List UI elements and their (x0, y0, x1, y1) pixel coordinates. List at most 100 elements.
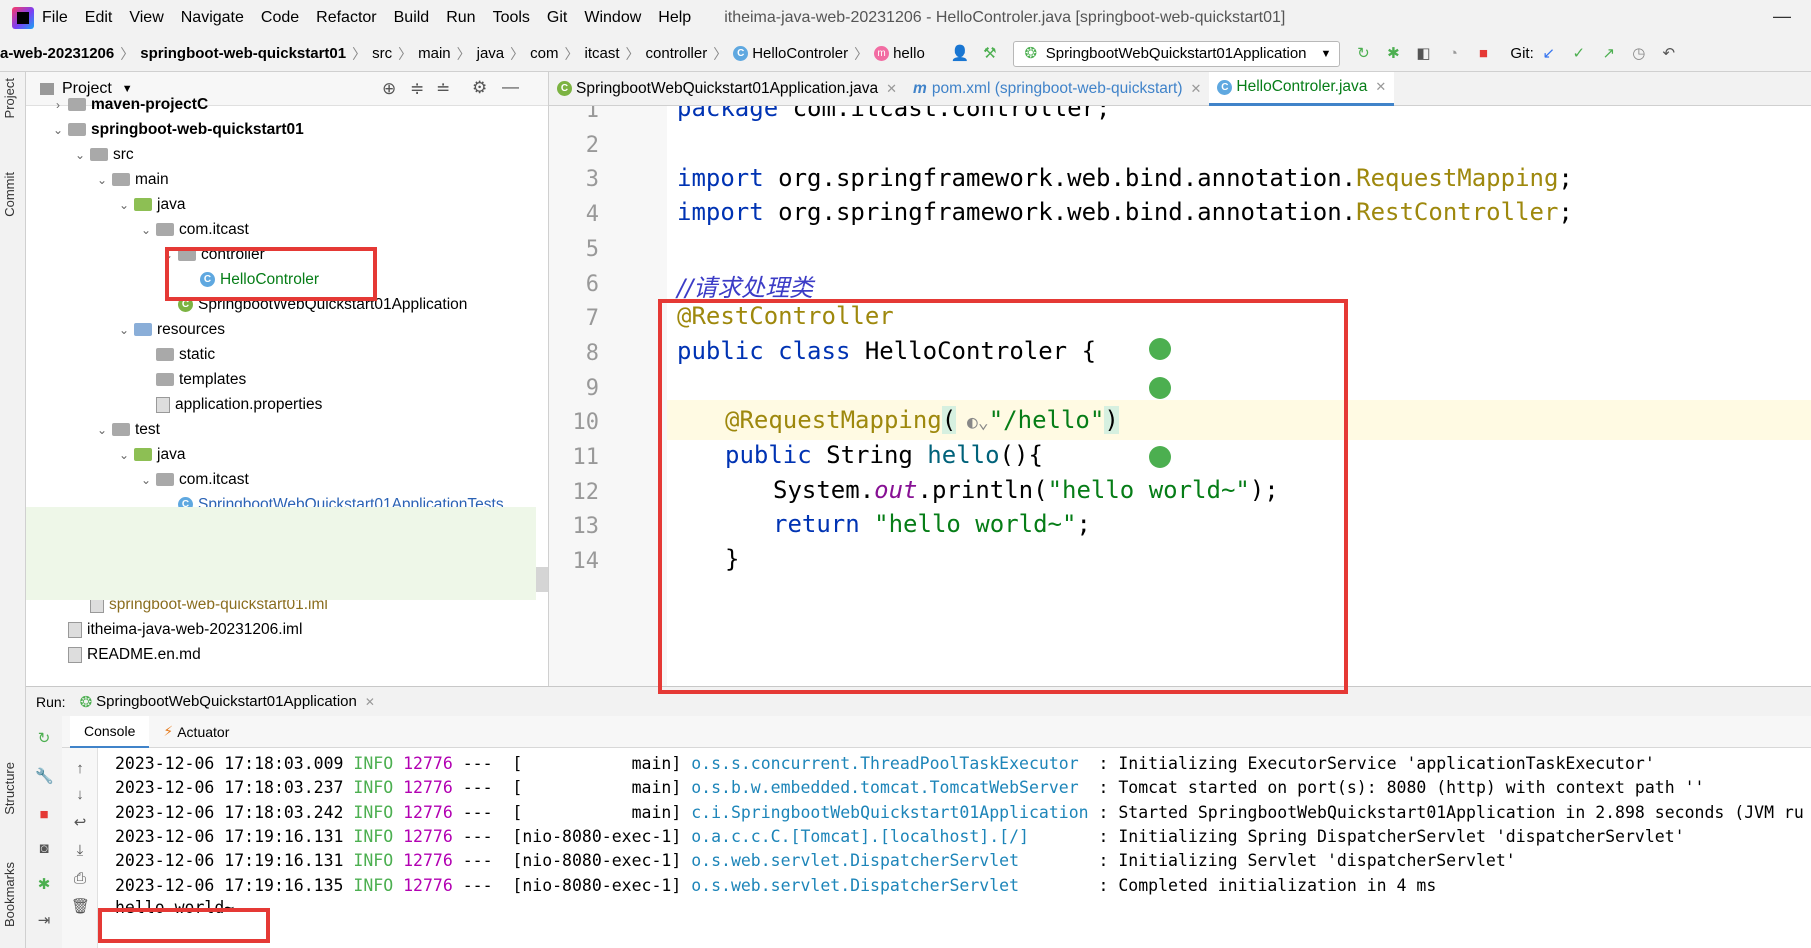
tree-item[interactable]: ⌄ springboot-web-quickstart01 (26, 117, 548, 142)
structure-tool-tab[interactable]: Structure (2, 762, 17, 815)
crumb-itcast[interactable]: itcast (585, 45, 620, 62)
crumb-method[interactable]: hello (893, 45, 925, 62)
menu-window[interactable]: Window (584, 9, 641, 27)
tree-item[interactable]: ⌄ main (26, 167, 548, 192)
tree-item[interactable]: ⌄ com.itcast (26, 467, 548, 492)
crumb-src[interactable]: src (372, 45, 392, 62)
chevron-down-icon[interactable]: ⌄ (140, 223, 152, 237)
tree-item[interactable]: templates (26, 367, 548, 392)
scroll-to-end-icon[interactable]: ⤓ (71, 842, 89, 860)
soft-wrap-icon[interactable]: ↩ (71, 814, 89, 832)
tree-item[interactable]: static (26, 342, 548, 367)
tree-item[interactable]: ⌄ resources (26, 317, 548, 342)
code-line-3: import org.springframework.web.bind.anno… (677, 164, 1573, 192)
chevron-down-icon[interactable]: ⌄ (118, 323, 130, 337)
menu-file[interactable]: File (42, 9, 68, 27)
code-editor[interactable]: 1 2 3 4 5 6 7 8 9 10 11 12 13 14 package com.itcast.c… (549, 106, 1811, 686)
trash-icon[interactable]: 🗑 (71, 898, 90, 916)
crumb-class[interactable]: HelloControler (752, 45, 848, 62)
menu-tools[interactable]: Tools (493, 9, 530, 27)
tab-console[interactable]: Console (70, 715, 150, 748)
tree-item[interactable]: C SpringbootWebQuickstart01Application (26, 292, 548, 317)
chevron-down-icon[interactable]: ⌄ (162, 248, 174, 262)
crumb-project[interactable]: a-web-20231206 (0, 45, 114, 62)
tree-item[interactable]: ⌄ controller (26, 242, 548, 267)
coverage-icon[interactable]: ◧ (1414, 45, 1432, 63)
spring-bean-gutter-icon[interactable] (1149, 338, 1171, 360)
bookmarks-tool-tab[interactable]: Bookmarks (2, 862, 17, 927)
run-configuration-select[interactable]: ❂ SpringbootWebQuickstart01Application ▼ (1012, 40, 1341, 67)
tab-hellocontroler[interactable]: C HelloControler.java ✕ (1209, 71, 1395, 106)
menu-run[interactable]: Run (446, 9, 475, 27)
rerun-icon[interactable]: ↻ (35, 730, 53, 748)
tree-item[interactable]: ⌄ src (26, 142, 548, 167)
profile-icon[interactable]: ◔ (1444, 45, 1462, 63)
close-icon[interactable]: ✕ (365, 695, 375, 709)
camera-icon[interactable]: ◙ (35, 840, 53, 858)
chevron-down-icon[interactable]: ⌄ (140, 473, 152, 487)
tree-item[interactable]: ⌄ test (26, 417, 548, 442)
close-icon[interactable]: ✕ (1375, 79, 1386, 95)
chevron-right-icon[interactable]: › (52, 98, 64, 112)
down-arrow-icon[interactable]: ↓ (71, 786, 89, 804)
wrench-icon[interactable]: 🔧 (35, 768, 54, 786)
menu-edit[interactable]: Edit (85, 9, 113, 27)
tree-item[interactable]: ⌄ java (26, 192, 548, 217)
up-arrow-icon[interactable]: ↑ (71, 760, 89, 778)
tree-item[interactable]: README.en.md (26, 642, 548, 667)
spring-bean-gutter-icon[interactable] (1149, 377, 1171, 399)
chevron-down-icon[interactable]: ⌄ (96, 173, 108, 187)
tree-item[interactable]: C HelloControler (26, 267, 548, 292)
chevron-down-icon[interactable]: ⌄ (118, 448, 130, 462)
console-output[interactable]: 2023-12-06 17:18:03.009 INFO 12776 --- [… (98, 748, 1811, 948)
request-mapping-gutter-icon[interactable] (1149, 446, 1171, 468)
git-rollback-icon[interactable]: ↶ (1660, 45, 1678, 63)
crumb-com[interactable]: com (530, 45, 558, 62)
tab-pom-xml[interactable]: m pom.xml (springboot-web-quickstart) ✕ (905, 72, 1209, 106)
menu-help[interactable]: Help (658, 9, 691, 27)
tab-springboot-app[interactable]: C SpringbootWebQuickstart01Application.j… (549, 72, 905, 106)
tree-item[interactable]: itheima-java-web-20231206.iml (26, 617, 548, 642)
log-pid: 12776 (403, 875, 453, 895)
tab-actuator[interactable]: ⚡ Actuator (149, 716, 243, 748)
chevron-down-icon[interactable]: ⌄ (52, 123, 64, 137)
close-icon[interactable]: ✕ (1191, 81, 1202, 97)
git-history-icon[interactable]: ◷ (1630, 45, 1648, 63)
stop-icon[interactable]: ■ (35, 806, 53, 824)
chevron-down-icon[interactable]: ⌄ (96, 423, 108, 437)
tree-item[interactable]: ⌄ java (26, 442, 548, 467)
run-config-tab[interactable]: SpringbootWebQuickstart01Application (96, 693, 357, 710)
project-tool-tab[interactable]: Project (2, 78, 17, 118)
tree-item[interactable]: application.properties (26, 392, 548, 417)
code-line-11: public String hello(){ (725, 441, 1043, 469)
minimize-icon[interactable]: — (1773, 6, 1791, 27)
rerun-icon[interactable]: ↻ (1354, 45, 1372, 63)
git-update-icon[interactable]: ↙ (1540, 45, 1558, 63)
close-icon[interactable]: ✕ (886, 81, 897, 97)
user-icon[interactable]: 👤 (951, 45, 970, 63)
print-icon[interactable]: ⎙ (71, 870, 89, 888)
login-icon[interactable]: ⇥ (35, 912, 53, 930)
crumb-main[interactable]: main (418, 45, 451, 62)
crumb-module[interactable]: springboot-web-quickstart01 (140, 45, 346, 62)
tree-item[interactable]: › maven-projectC (26, 92, 548, 117)
stop-icon[interactable]: ■ (1474, 45, 1492, 63)
debug-icon[interactable]: ✱ (1384, 45, 1402, 63)
tree-item[interactable]: ⌄ com.itcast (26, 217, 548, 242)
console-log-line: 2023-12-06 17:19:16.135 INFO 12776 --- [… (115, 872, 1436, 899)
menu-view[interactable]: View (129, 9, 163, 27)
chevron-down-icon[interactable]: ⌄ (118, 198, 130, 212)
menu-refactor[interactable]: Refactor (316, 9, 376, 27)
chevron-down-icon[interactable]: ⌄ (74, 148, 86, 162)
menu-git[interactable]: Git (547, 9, 567, 27)
crumb-java[interactable]: java (477, 45, 505, 62)
menu-navigate[interactable]: Navigate (181, 9, 244, 27)
menu-code[interactable]: Code (261, 9, 299, 27)
menu-build[interactable]: Build (394, 9, 430, 27)
debug-icon[interactable]: ✱ (35, 876, 53, 894)
crumb-controller[interactable]: controller (646, 45, 708, 62)
commit-tool-tab[interactable]: Commit (2, 172, 17, 217)
git-push-icon[interactable]: ↗ (1600, 45, 1618, 63)
git-commit-icon[interactable]: ✓ (1570, 45, 1588, 63)
build-hammer-icon[interactable]: ⚒ (981, 45, 999, 63)
